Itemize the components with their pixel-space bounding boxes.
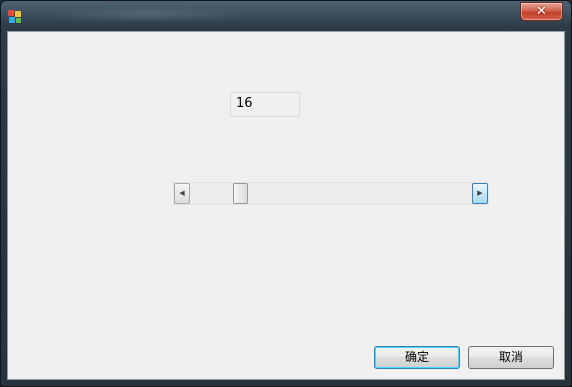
dialog-client-area: 16 ◀ ▶ 确定 取消: [7, 31, 565, 380]
scroll-right-button[interactable]: ▶: [472, 183, 488, 204]
chevron-left-icon: ◀: [179, 189, 185, 197]
title-bar[interactable]: ✕: [1, 1, 571, 31]
scrollbar-thumb[interactable]: [232, 183, 248, 204]
cancel-button[interactable]: 取消: [468, 346, 554, 369]
ok-button[interactable]: 确定: [374, 346, 460, 369]
horizontal-scrollbar[interactable]: ◀ ▶: [173, 182, 489, 205]
value-display: 16: [230, 92, 300, 117]
title-text: [41, 10, 251, 19]
dialog-window: ✕ 16 ◀ ▶ 确定 取消: [0, 0, 572, 387]
close-button[interactable]: ✕: [520, 2, 563, 21]
app-icon: [8, 10, 21, 23]
scroll-left-button[interactable]: ◀: [174, 183, 190, 204]
close-icon: ✕: [536, 4, 547, 19]
chevron-right-icon: ▶: [477, 189, 483, 197]
